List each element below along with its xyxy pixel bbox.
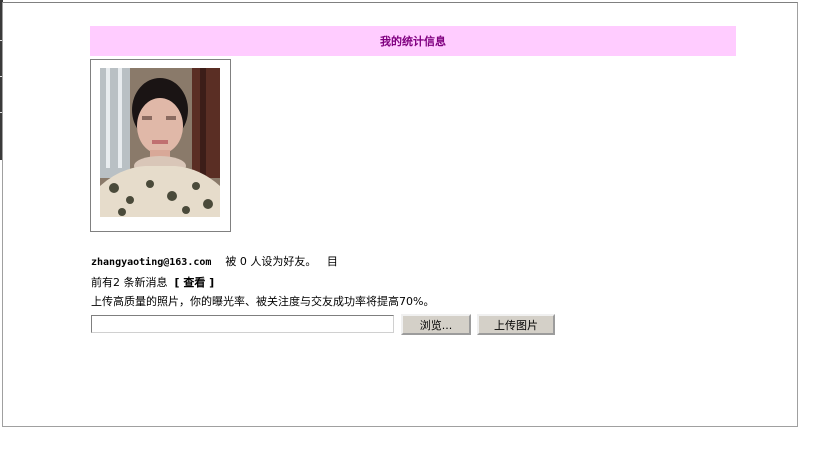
friend-count: 0 bbox=[239, 255, 247, 268]
message-suffix: 条新消息 bbox=[123, 276, 168, 289]
friend-prefix: 被 bbox=[225, 255, 237, 268]
view-messages-link[interactable]: [ 查看 ] bbox=[175, 276, 215, 289]
message-prefix: 前有 bbox=[91, 276, 113, 289]
user-email: zhangyaoting@163.com bbox=[91, 257, 212, 268]
message-count: 2 bbox=[113, 276, 120, 289]
profile-photo bbox=[100, 68, 220, 217]
upload-photo-button[interactable]: 上传图片 bbox=[477, 314, 555, 335]
friend-suffix: 人设为好友。 bbox=[250, 255, 317, 268]
photo-file-input[interactable] bbox=[91, 315, 394, 333]
message-stats-line: 前有2 条新消息 [ 查看 ] bbox=[91, 274, 214, 290]
friend-stats-line: zhangyaoting@163.com 被 0 人设为好友。 目 bbox=[91, 253, 338, 269]
stats-header: 我的统计信息 bbox=[90, 26, 736, 56]
trailing-mark: 目 bbox=[326, 255, 338, 268]
profile-photo-frame bbox=[90, 59, 231, 232]
upload-tip: 上传高质量的照片，你的曝光率、被关注度与交友成功率将提高70%。 bbox=[91, 295, 435, 308]
browse-button[interactable]: 浏览... bbox=[401, 314, 471, 335]
stats-title: 我的统计信息 bbox=[380, 35, 446, 48]
